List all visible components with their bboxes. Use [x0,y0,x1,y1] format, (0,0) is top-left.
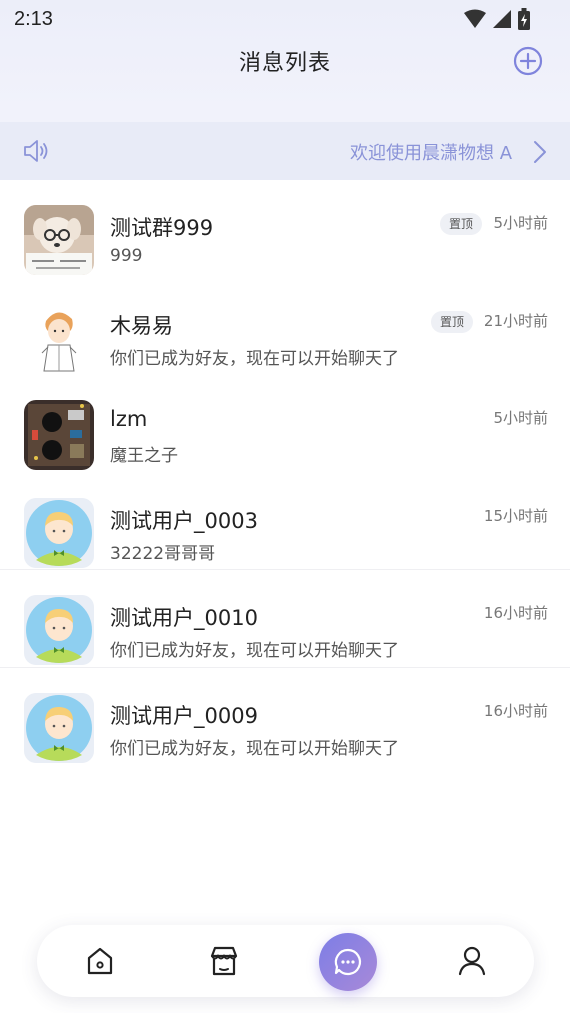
chat-icon [334,948,362,976]
conversation-name: 测试群999 [110,216,214,240]
status-time: 2:13 [14,7,53,30]
cartoon-boy-icon [24,302,94,373]
conversation-row[interactable]: 木易易 你们已成为好友，现在可以开始聊天了 置顶 21小时前 [0,278,570,376]
circuit-board-photo-icon [24,400,94,470]
conversation-preview: 你们已成为好友，现在可以开始聊天了 [110,641,399,661]
cell-signal-icon [493,10,511,28]
default-user-icon [24,497,94,568]
chevron-right-icon [534,141,546,163]
bottom-tab-bar [37,925,534,997]
conversation-preview: 你们已成为好友，现在可以开始聊天了 [110,348,399,369]
chat-tab-button[interactable] [319,933,377,991]
home-icon[interactable] [82,943,118,979]
conversation-list: 测试群999 999 置顶 5小时前 木易易 你们已成为好友，现在可以开始聊天了… [0,180,570,765]
conversation-name: 测试用户_0010 [110,606,258,630]
conversation-row[interactable]: lzm 魔王之子 5小时前 [0,375,570,473]
conversation-time: 15小时前 [483,506,548,525]
store-icon[interactable] [206,943,242,979]
conversation-name: 测试用户_0009 [110,703,258,728]
conversation-time: 5小时前 [493,214,548,232]
default-user-icon [24,595,94,665]
speaker-icon [24,140,48,162]
default-user-icon [24,692,94,763]
conversation-time: 5小时前 [493,409,548,427]
header: 消息列表 [0,38,570,84]
avatar [24,302,94,373]
battery-icon [518,8,530,30]
conversation-time: 21小时前 [483,311,548,330]
pinned-badge: 置顶 [430,310,473,333]
avatar [24,205,94,275]
conversation-row[interactable]: 测试用户_0003 32222哥哥哥 15小时前 [0,473,570,571]
pinned-badge: 置顶 [439,213,482,235]
conversation-row[interactable]: 测试用户_0010 你们已成为好友，现在可以开始聊天了 16小时前 [0,570,570,668]
add-circle-icon[interactable] [513,46,543,76]
conversation-row[interactable]: 测试群999 999 置顶 5小时前 [0,180,570,278]
profile-icon[interactable] [454,943,490,979]
notice-text: 欢迎使用晨潇物想 A [350,143,513,164]
conversation-preview: 你们已成为好友，现在可以开始聊天了 [110,738,399,759]
avatar [24,400,94,470]
wifi-icon [464,9,486,28]
conversation-preview: 999 [110,246,143,266]
conversation-name: 测试用户_0003 [110,508,258,533]
page-title: 消息列表 [238,51,331,76]
status-bar: 2:13 [0,0,570,38]
avatar [24,692,94,763]
puppy-photo-icon [24,205,94,275]
conversation-time: 16小时前 [483,701,548,720]
conversation-preview: 魔王之子 [110,446,178,466]
conversation-name: lzm [110,407,148,431]
conversation-time: 16小时前 [483,604,548,622]
conversation-preview: 32222哥哥哥 [110,543,216,564]
avatar [24,497,94,568]
notice-bar[interactable]: 欢迎使用晨潇物想 A [0,122,570,180]
conversation-name: 木易易 [110,313,173,338]
avatar [24,595,94,665]
status-icons [464,8,530,30]
conversation-row[interactable]: 测试用户_0009 你们已成为好友，现在可以开始聊天了 16小时前 [0,668,570,766]
